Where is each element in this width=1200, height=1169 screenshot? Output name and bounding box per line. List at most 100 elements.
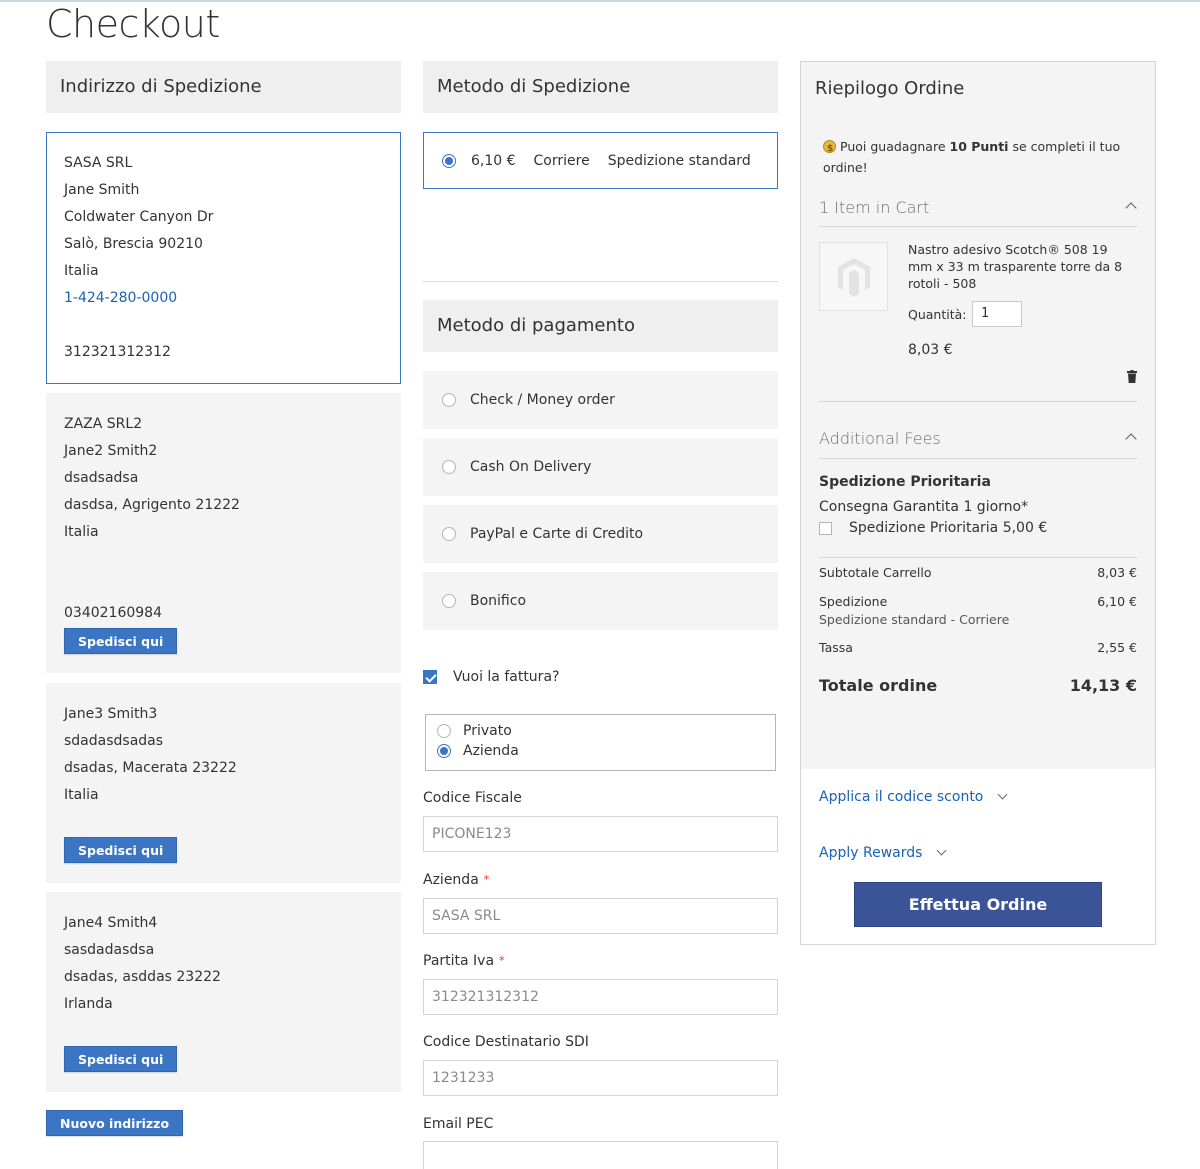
- subtotal-value: 8,03 €: [1097, 565, 1137, 580]
- address-card-selected[interactable]: SASA SRL Jane Smith Coldwater Canyon Dr …: [46, 132, 401, 384]
- summary-title: Riepilogo Ordine: [815, 78, 965, 99]
- shipping-price: 6,10 €: [471, 152, 516, 169]
- address-line: Jane2 Smith2: [64, 443, 158, 459]
- address-line: Jane3 Smith3: [64, 706, 158, 722]
- priority-shipping-checkbox[interactable]: [819, 521, 832, 535]
- order-summary: Riepilogo Ordine Puoi guadagnare 10 Punt…: [800, 61, 1156, 945]
- invoice-toggle[interactable]: Vuoi la fattura?: [423, 669, 559, 685]
- address-vat: 03402160984: [64, 605, 162, 621]
- payment-option-label: Bonifico: [470, 593, 527, 609]
- payment-radio[interactable]: [442, 393, 456, 407]
- shipping-method-option[interactable]: 6,10 € Corriere Spedizione standard: [423, 132, 778, 189]
- trash-icon[interactable]: [1127, 370, 1137, 383]
- address-line: Italia: [64, 524, 99, 540]
- discount-code-toggle[interactable]: Applica il codice sconto: [819, 789, 1008, 805]
- subtotal-row: Subtotale Carrello 8,03 €: [819, 565, 1137, 580]
- codice-fiscale-label: Codice Fiscale: [423, 790, 522, 806]
- additional-fees-toggle[interactable]: Additional Fees: [819, 429, 941, 448]
- address-line: Italia: [64, 787, 99, 803]
- customer-type-label: Privato: [463, 723, 512, 739]
- address-line: SASA SRL: [64, 155, 133, 171]
- divider: [819, 401, 1137, 402]
- address-line: dasdsa, Agrigento 21222: [64, 497, 240, 513]
- tax-value: 2,55 €: [1097, 640, 1137, 655]
- address-line: dsadas, asddas 23222: [64, 969, 221, 985]
- field-label-text: Email PEC: [423, 1116, 494, 1132]
- payment-option-cod[interactable]: Cash On Delivery: [423, 438, 778, 496]
- phone-link[interactable]: 1-424-280-0000: [64, 285, 383, 312]
- quantity-label: Quantità:: [908, 307, 967, 322]
- divider: [819, 557, 1137, 558]
- priority-shipping-option[interactable]: Spedizione Prioritaria 5,00 €: [819, 520, 1047, 536]
- place-order-button[interactable]: Effettua Ordine: [854, 882, 1102, 927]
- shipping-carrier: Corriere: [533, 152, 590, 169]
- shipping-row: Spedizione 6,10 €: [819, 594, 1137, 609]
- payment-radio[interactable]: [442, 460, 456, 474]
- address-line: Coldwater Canyon Dr: [64, 209, 214, 225]
- field-label-text: Codice Destinatario SDI: [423, 1034, 589, 1050]
- shipping-method-name: Spedizione standard: [607, 152, 751, 169]
- ship-here-button[interactable]: Spedisci qui: [64, 837, 178, 863]
- product-price: 8,03 €: [908, 342, 953, 358]
- address-line: dsadas, Macerata 23222: [64, 760, 237, 776]
- new-address-button[interactable]: Nuovo indirizzo: [46, 1110, 184, 1136]
- codice-fiscale-input[interactable]: PICONE123: [423, 816, 778, 852]
- invoice-checkbox[interactable]: [423, 670, 437, 684]
- tax-label: Tassa: [819, 640, 853, 655]
- customer-type-label: Azienda: [463, 743, 519, 759]
- pec-input[interactable]: [423, 1141, 778, 1169]
- payment-radio[interactable]: [442, 594, 456, 608]
- shipping-method-radio[interactable]: [442, 153, 456, 168]
- ship-here-button[interactable]: Spedisci qui: [64, 1046, 178, 1072]
- address-line: dsadsadsa: [64, 470, 139, 486]
- page-title: Checkout: [46, 2, 220, 46]
- pec-label: Email PEC: [423, 1116, 493, 1132]
- field-label-text: Codice Fiscale: [423, 790, 522, 806]
- payment-option-check[interactable]: Check / Money order: [423, 371, 778, 429]
- tax-row: Tassa 2,55 €: [819, 640, 1137, 655]
- address-spacer: [64, 312, 383, 339]
- cart-items-toggle[interactable]: 1 Item in Cart: [819, 198, 929, 217]
- payment-option-label: Check / Money order: [470, 392, 615, 408]
- quantity-input[interactable]: 1: [972, 301, 1022, 327]
- ship-here-button[interactable]: Spedisci qui: [64, 628, 178, 654]
- apply-rewards-toggle[interactable]: Apply Rewards: [819, 845, 947, 861]
- shipping-label: Spedizione: [819, 594, 888, 609]
- address-line: Irlanda: [64, 996, 113, 1012]
- shipping-address-header: Indirizzo di Spedizione: [46, 61, 401, 113]
- product-placeholder-icon: [837, 257, 870, 297]
- sdi-input[interactable]: 1231233: [423, 1060, 778, 1096]
- field-label-text: Partita Iva: [423, 953, 495, 969]
- shipping-value: 6,10 €: [1097, 594, 1137, 609]
- order-total-value: 14,13 €: [1069, 676, 1137, 695]
- payment-option-bonifico[interactable]: Bonifico: [423, 572, 778, 630]
- chevron-down-icon: [936, 845, 947, 855]
- address-vat: 312321312312: [64, 344, 171, 360]
- shipping-detail: Spedizione standard - Corriere: [819, 612, 1010, 627]
- customer-type-private[interactable]: Privato: [437, 721, 764, 741]
- required-marker: *: [483, 873, 490, 886]
- rewards-link-label: Apply Rewards: [819, 845, 923, 861]
- address-line: sasdadasdsa: [64, 942, 155, 958]
- partita-iva-input[interactable]: 312321312312: [423, 979, 778, 1015]
- coin-icon: [823, 139, 836, 160]
- address-line: Italia: [64, 263, 99, 279]
- customer-type-group: Privato Azienda: [425, 714, 776, 771]
- address-line: ZAZA SRL2: [64, 416, 143, 432]
- payment-option-paypal[interactable]: PayPal e Carte di Credito: [423, 505, 778, 563]
- address-line: Jane Smith: [64, 182, 140, 198]
- field-label-text: Azienda: [423, 872, 479, 888]
- order-total-row: Totale ordine 14,13 €: [819, 676, 1137, 695]
- fee-description: Consegna Garantita 1 giorno*: [819, 499, 1029, 515]
- payment-radio[interactable]: [442, 527, 456, 541]
- subtotal-label: Subtotale Carrello: [819, 565, 932, 580]
- payment-method-header: Metodo di pagamento: [423, 300, 778, 352]
- company-radio[interactable]: [437, 744, 451, 758]
- private-radio[interactable]: [437, 724, 451, 738]
- divider: [423, 281, 778, 282]
- customer-type-company[interactable]: Azienda: [437, 741, 764, 761]
- azienda-input[interactable]: SASA SRL: [423, 898, 778, 934]
- shipping-method-header: Metodo di Spedizione: [423, 61, 778, 113]
- required-marker: *: [499, 954, 505, 967]
- order-total-label: Totale ordine: [819, 676, 938, 695]
